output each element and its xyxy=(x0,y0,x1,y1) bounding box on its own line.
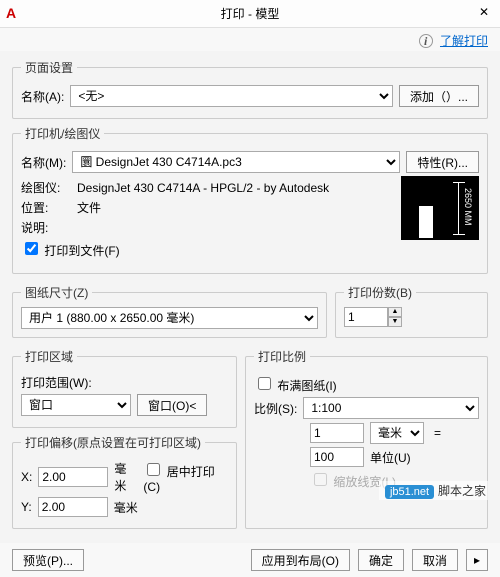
apply-layout-button[interactable]: 应用到布局(O) xyxy=(251,549,350,571)
chevron-right-icon: ▸ xyxy=(474,553,480,567)
dialog-title: 打印 - 模型 xyxy=(221,5,280,22)
printer-name-label: 名称(M): xyxy=(21,154,66,171)
printer-legend: 打印机/绘图仪 xyxy=(21,125,104,142)
scale-bottom-unit-label: 单位(U) xyxy=(370,449,411,466)
scale-unit-select[interactable]: 毫米 xyxy=(370,422,424,444)
plot-scale-group: 打印比例 布满图纸(I) 比例(S): 1:100 毫米 = 单位(U) xyxy=(245,348,488,529)
spin-down-icon[interactable]: ▼ xyxy=(388,317,402,327)
copies-legend: 打印份数(B) xyxy=(344,284,416,301)
printer-group: 打印机/绘图仪 名称(M): 圜 DesignJet 430 C4714A.pc… xyxy=(12,125,488,274)
offset-x-unit: 毫米 xyxy=(114,460,137,494)
fit-to-paper-checkbox[interactable]: 布满图纸(I) xyxy=(254,374,337,394)
page-setup-name-label: 名称(A): xyxy=(21,88,64,105)
copies-input[interactable] xyxy=(344,307,388,327)
scale-select[interactable]: 1:100 xyxy=(303,397,479,419)
plot-offset-group: 打印偏移(原点设置在可打印区域) X: 毫米 居中打印(C) Y: 毫米 xyxy=(12,434,237,529)
plot-scale-legend: 打印比例 xyxy=(254,348,310,365)
scale-top-input[interactable] xyxy=(310,423,364,443)
fit-to-paper-input[interactable] xyxy=(258,377,271,390)
plot-area-group: 打印区域 打印范围(W): 窗口 窗口(O)< xyxy=(12,348,237,428)
watermark-text: 脚本之家 xyxy=(438,484,486,498)
paper-size-select[interactable]: 用户 1 (880.00 x 2650.00 毫米) xyxy=(21,307,318,329)
paper-preview: 2650 MM xyxy=(401,176,479,240)
page-setup-legend: 页面设置 xyxy=(21,59,77,76)
print-to-file-input[interactable] xyxy=(25,242,38,255)
copies-spinner[interactable]: ▲▼ xyxy=(344,307,479,327)
plot-area-legend: 打印区域 xyxy=(21,348,77,365)
paper-size-group: 图纸尺寸(Z) 用户 1 (880.00 x 2650.00 毫米) xyxy=(12,284,327,338)
add-page-setup-button[interactable]: 添加（）... xyxy=(399,85,479,107)
page-setup-name-select[interactable]: <无> xyxy=(70,85,393,107)
preview-dimension: 2650 MM xyxy=(463,188,473,226)
app-logo-icon: A xyxy=(6,5,16,21)
dialog-footer: 预览(P)... 应用到布局(O) 确定 取消 ▸ xyxy=(0,543,500,577)
cancel-button[interactable]: 取消 xyxy=(412,549,458,571)
center-plot-input[interactable] xyxy=(147,463,160,476)
plotter-label: 绘图仪: xyxy=(21,179,71,196)
title-bar: A 打印 - 模型 ✕ xyxy=(0,0,500,28)
scale-bottom-input[interactable] xyxy=(310,447,364,467)
preview-button[interactable]: 预览(P)... xyxy=(12,549,84,571)
watermark: jb51.net 脚本之家 xyxy=(379,481,488,500)
copies-group: 打印份数(B) ▲▼ xyxy=(335,284,488,338)
desc-label: 说明: xyxy=(21,219,71,236)
info-bar: i 了解打印 xyxy=(0,28,500,51)
printer-properties-button[interactable]: 特性(R)... xyxy=(406,151,479,173)
where-label: 位置: xyxy=(21,199,71,216)
plotter-value: DesignJet 430 C4714A - HPGL/2 - by Autod… xyxy=(77,181,329,195)
offset-y-unit: 毫米 xyxy=(114,499,138,516)
scale-label: 比例(S): xyxy=(254,400,297,417)
print-to-file-checkbox[interactable]: 打印到文件(F) xyxy=(21,239,120,259)
info-icon[interactable]: i xyxy=(419,34,433,48)
window-pick-button[interactable]: 窗口(O)< xyxy=(137,394,207,416)
equals-sign: = xyxy=(430,426,445,440)
watermark-badge: jb51.net xyxy=(385,485,434,499)
plot-what-label: 打印范围(W): xyxy=(21,374,92,391)
plot-what-select[interactable]: 窗口 xyxy=(21,394,131,416)
offset-x-label: X: xyxy=(21,470,32,484)
printer-name-select[interactable]: 圜 DesignJet 430 C4714A.pc3 xyxy=(72,151,400,173)
paper-size-legend: 图纸尺寸(Z) xyxy=(21,284,92,301)
where-value: 文件 xyxy=(77,199,101,216)
center-plot-checkbox[interactable]: 居中打印(C) xyxy=(143,460,228,494)
scale-lineweights-input xyxy=(314,473,327,486)
plot-offset-legend: 打印偏移(原点设置在可打印区域) xyxy=(21,434,205,451)
offset-y-input[interactable] xyxy=(38,497,108,517)
spin-up-icon[interactable]: ▲ xyxy=(388,307,402,317)
offset-y-label: Y: xyxy=(21,500,32,514)
offset-x-input[interactable] xyxy=(38,467,108,487)
learn-print-link[interactable]: 了解打印 xyxy=(440,34,488,48)
ok-button[interactable]: 确定 xyxy=(358,549,404,571)
page-setup-group: 页面设置 名称(A): <无> 添加（）... xyxy=(12,59,488,119)
expand-button[interactable]: ▸ xyxy=(466,549,488,571)
close-icon[interactable]: ✕ xyxy=(472,2,496,22)
